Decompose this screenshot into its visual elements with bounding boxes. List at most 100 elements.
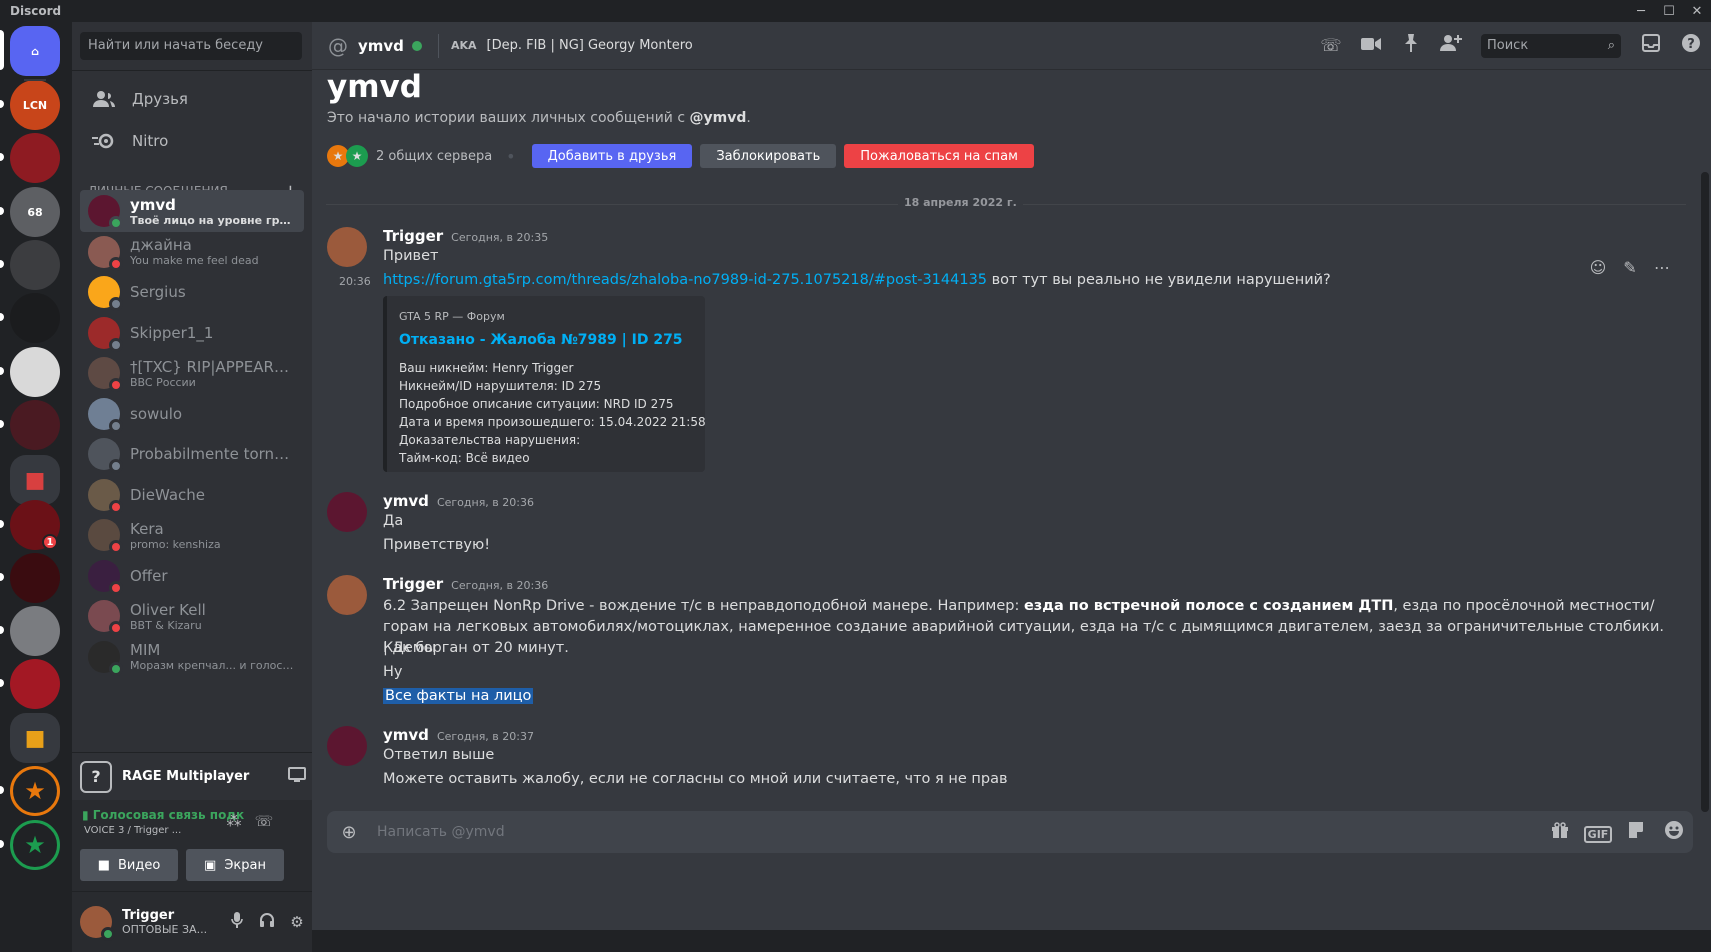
block-button[interactable]: Заблокировать xyxy=(700,144,837,168)
dm-status-text: Моразм крепчал... и голос ра... xyxy=(130,659,296,672)
message-text: Можете оставить жалобу, если не согласны… xyxy=(383,771,1008,787)
mic-icon[interactable] xyxy=(222,912,252,932)
message-avatar[interactable] xyxy=(327,726,367,766)
dm-item[interactable]: Sergius xyxy=(80,271,304,313)
video-button[interactable]: ■ Видео xyxy=(80,849,178,881)
dm-item[interactable]: Skipper1_1 xyxy=(80,312,304,354)
forum-link[interactable]: https://forum.gta5rp.com/threads/zhaloba… xyxy=(383,272,987,288)
dm-text: MIM Моразм крепчал... и голос ра... xyxy=(130,641,296,672)
chat-header-nickname: [Dep. FIB | NG] Georgy Montero xyxy=(486,38,693,53)
mutual-server-icon[interactable]: ★ xyxy=(346,145,368,167)
dm-item[interactable]: †[TXC} RIP|APPEARE... BBC России xyxy=(80,352,304,394)
scrollbar-thumb[interactable] xyxy=(1701,172,1709,812)
server-red-server[interactable] xyxy=(10,133,60,183)
inbox-icon[interactable] xyxy=(1631,34,1671,57)
server-separator xyxy=(24,79,46,81)
dm-name: Skipper1_1 xyxy=(130,323,214,342)
server-label: LCN xyxy=(22,98,48,112)
add-friend-icon[interactable] xyxy=(1431,34,1471,57)
embed-description: Ваш никнейм: Henry Trigger Никнейм/ID на… xyxy=(399,359,706,467)
server-gta5rp-green[interactable]: ★ xyxy=(10,820,60,870)
aka-label: AKA xyxy=(450,39,477,52)
more-options-icon[interactable]: ⋯ xyxy=(1646,252,1678,284)
chat-header-name[interactable]: ymvd xyxy=(358,37,404,55)
server-dark-server[interactable] xyxy=(10,293,60,343)
message-author[interactable]: ymvd xyxy=(383,726,429,744)
server-folder-yellow[interactable]: ■ xyxy=(10,713,60,763)
add-reaction-icon[interactable]: ☺ xyxy=(1582,252,1614,284)
server-dark-red-server[interactable] xyxy=(10,400,60,450)
help-icon[interactable]: ? xyxy=(1671,33,1711,58)
voice-call-icon[interactable]: ☏ xyxy=(1311,36,1351,56)
settings-gear-icon[interactable]: ⚙ xyxy=(282,913,312,931)
dm-item[interactable]: Offer xyxy=(80,555,304,597)
server-folder-red[interactable]: ■ xyxy=(10,455,60,505)
message-avatar[interactable] xyxy=(327,227,367,267)
minimize-button[interactable]: ─ xyxy=(1627,4,1655,19)
screen-share-button[interactable]: ▣ Экран xyxy=(186,849,284,881)
server-route68[interactable]: 68 xyxy=(10,187,60,237)
add-attachment-icon[interactable]: ⊕ xyxy=(327,822,371,843)
dm-item[interactable]: джайна You make me feel dead xyxy=(80,231,304,273)
server-wolf-server[interactable] xyxy=(10,347,60,397)
maximize-button[interactable]: ☐ xyxy=(1655,4,1683,19)
voice-channel[interactable]: VOICE 3 / Trigger ... xyxy=(84,825,181,836)
message-avatar[interactable] xyxy=(327,492,367,532)
dm-item[interactable]: Probabilmente tornerò... xyxy=(80,433,304,475)
headphones-icon[interactable] xyxy=(252,912,282,932)
message-text: 6.2 Запрещен NonRp Drive - вождение т/с … xyxy=(383,596,1673,659)
dm-item[interactable]: Kera promo: kenshiza xyxy=(80,514,304,556)
server-gta5rp-orange[interactable]: ★ xyxy=(10,766,60,816)
chat-header: @ ymvd AKA [Dep. FIB | NG] Georgy Monter… xyxy=(312,22,1711,70)
message-timestamp: Сегодня, в 20:35 xyxy=(451,231,549,244)
emoji-icon[interactable] xyxy=(1655,820,1693,844)
voice-status: ▮ Голосовая связь подк xyxy=(82,808,244,822)
status-online-icon xyxy=(109,661,123,676)
embed-provider[interactable]: GTA 5 RP — Форум xyxy=(399,310,505,323)
dm-item[interactable]: sowulo xyxy=(80,393,304,435)
close-button[interactable]: ✕ xyxy=(1683,4,1711,19)
mutual-servers-text[interactable]: 2 общих сервера xyxy=(376,149,492,164)
pin-icon[interactable] xyxy=(1391,34,1431,57)
sticker-icon[interactable] xyxy=(1617,821,1655,843)
intro-subtitle: Это начало истории ваших личных сообщени… xyxy=(327,110,751,126)
server-city-server[interactable] xyxy=(10,606,60,656)
noise-suppression-icon[interactable]: ⁂ xyxy=(222,812,246,834)
gift-icon[interactable] xyxy=(1541,821,1579,843)
status-offline-icon xyxy=(109,459,123,473)
header-search-input[interactable]: Поиск ⌕ xyxy=(1481,33,1621,58)
add-friend-button[interactable]: Добавить в друзья xyxy=(531,144,693,168)
message-author[interactable]: ymvd xyxy=(383,492,429,510)
dm-search-input[interactable]: Найти или начать беседу xyxy=(80,32,302,60)
server-the-lost[interactable] xyxy=(10,240,60,290)
dm-item[interactable]: ymvd Твоё лицо на уровне грун... xyxy=(80,190,304,232)
nav-nitro[interactable]: Nitro xyxy=(80,120,304,162)
message-avatar[interactable] xyxy=(327,575,367,615)
report-spam-button[interactable]: Пожаловаться на спам xyxy=(844,144,1034,168)
server-mafia-server[interactable] xyxy=(10,553,60,603)
embed-title[interactable]: Отказано - Жалоба №7989 | ID 275 xyxy=(399,332,683,348)
dm-item[interactable]: Oliver Kell BBT & Kizaru xyxy=(80,595,304,637)
screen-button-label: Экран xyxy=(224,857,266,873)
stream-game-button[interactable] xyxy=(282,766,312,787)
nav-friends[interactable]: Друзья xyxy=(80,78,304,120)
message-author[interactable]: Trigger xyxy=(383,575,443,593)
user-name: Trigger xyxy=(122,908,175,923)
message-author[interactable]: Trigger xyxy=(383,227,443,245)
dm-text: Offer xyxy=(130,567,296,585)
dm-item[interactable]: DieWache xyxy=(80,474,304,516)
message-input[interactable]: Написать @ymvd xyxy=(371,824,1541,840)
video-call-icon[interactable] xyxy=(1351,36,1391,56)
edit-icon[interactable]: ✎ xyxy=(1614,252,1646,284)
gif-icon[interactable]: GIF xyxy=(1579,823,1617,843)
user-avatar[interactable] xyxy=(80,906,115,941)
message-side-timestamp: 20:36 xyxy=(339,275,371,288)
dm-status-text: promo: kenshiza xyxy=(130,537,221,551)
disconnect-icon[interactable]: ☏ xyxy=(252,812,276,834)
scrollbar[interactable] xyxy=(1701,172,1709,812)
server-show-server[interactable] xyxy=(10,659,60,709)
message-header: Trigger Сегодня, в 20:36 xyxy=(383,575,548,593)
server-lcn[interactable]: LCN xyxy=(10,80,60,130)
server-discord-home[interactable]: ⌂ xyxy=(10,26,60,76)
dm-item[interactable]: MIM Моразм крепчал... и голос ра... xyxy=(80,636,304,678)
